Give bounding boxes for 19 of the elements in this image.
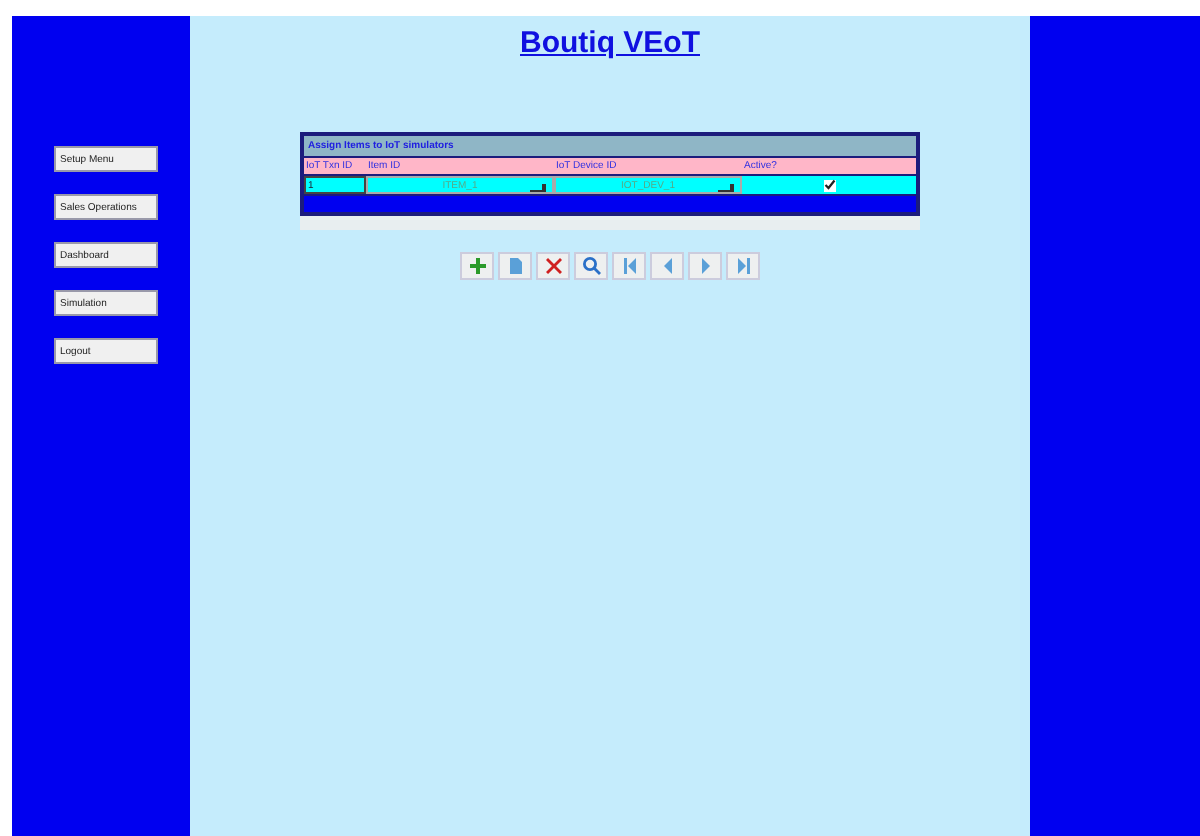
skip-back-icon <box>619 256 639 276</box>
add-button[interactable] <box>460 252 494 280</box>
delete-button[interactable] <box>536 252 570 280</box>
document-icon <box>505 256 525 276</box>
plus-icon <box>467 256 487 276</box>
search-button[interactable] <box>574 252 608 280</box>
first-button[interactable] <box>612 252 646 280</box>
last-button[interactable] <box>726 252 760 280</box>
search-icon <box>581 256 601 276</box>
next-button[interactable] <box>688 252 722 280</box>
edit-button[interactable] <box>498 252 532 280</box>
dropdown-icon <box>530 184 546 192</box>
app-title-link[interactable]: Boutiq VEoT <box>520 26 700 60</box>
skip-forward-icon <box>733 256 753 276</box>
horizontal-scrollbar[interactable] <box>300 216 920 230</box>
active-checkbox[interactable] <box>823 179 835 191</box>
dropdown-icon <box>718 184 734 192</box>
prev-button[interactable] <box>650 252 684 280</box>
cross-icon <box>543 256 563 276</box>
